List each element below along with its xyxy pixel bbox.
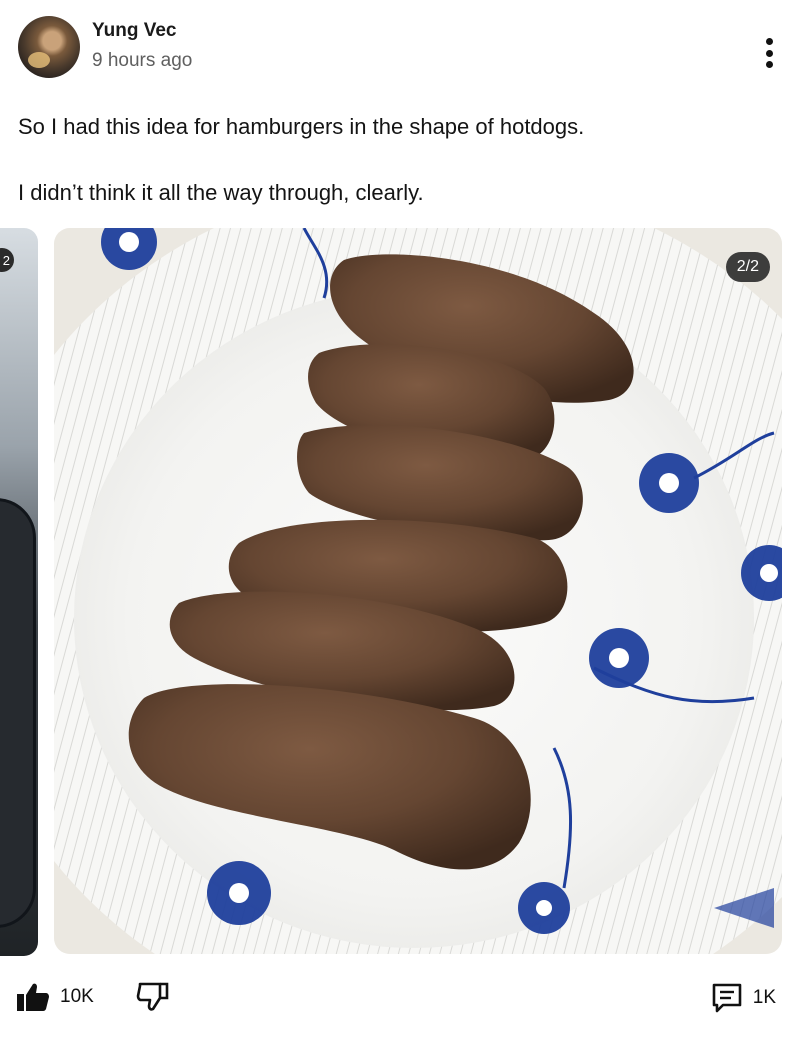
plate-photo xyxy=(54,228,782,954)
image-counter-badge: 2/2 xyxy=(725,252,770,282)
comment-icon xyxy=(712,983,742,1013)
avatar[interactable] xyxy=(18,16,80,78)
post-text-line-2: I didn’t think it all the way through, c… xyxy=(18,180,424,205)
current-image[interactable]: 2/2 xyxy=(54,228,782,954)
post-header: Yung Vec 9 hours ago xyxy=(18,16,782,80)
previous-image-counter: 2 xyxy=(0,248,14,272)
downvote-button[interactable] xyxy=(136,980,170,1012)
author-name[interactable]: Yung Vec xyxy=(92,20,176,42)
comments-button[interactable]: 1K xyxy=(711,982,776,1014)
pan-shape xyxy=(0,498,36,928)
post-timestamp: 9 hours ago xyxy=(92,50,193,71)
previous-image[interactable]: 2 xyxy=(0,228,38,956)
comment-count: 1K xyxy=(752,987,776,1008)
image-carousel[interactable]: 2 2/2 xyxy=(0,228,800,956)
post-text-line-1: So I had this idea for hamburgers in the… xyxy=(18,114,585,139)
post-actions: 10K 1K xyxy=(0,978,800,1022)
thumbs-up-icon xyxy=(17,983,49,1011)
more-vertical-icon[interactable] xyxy=(762,38,776,68)
thumbs-down-icon xyxy=(136,982,169,1011)
upvote-button[interactable]: 10K xyxy=(16,982,94,1012)
like-count: 10K xyxy=(60,986,94,1007)
